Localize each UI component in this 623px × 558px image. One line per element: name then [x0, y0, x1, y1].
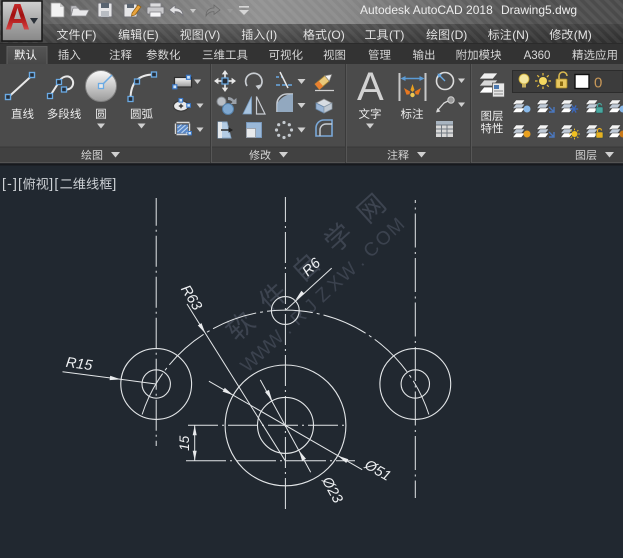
svg-text:]: ]: [112, 175, 116, 191]
svg-text:Autodesk AutoCAD 2018: Autodesk AutoCAD 2018: [360, 3, 493, 17]
svg-text:(T): (T): [389, 28, 404, 42]
svg-text:(O): (O): [327, 28, 344, 42]
svg-text:0: 0: [594, 75, 602, 92]
svg-text:A360: A360: [524, 50, 551, 62]
svg-text:(D): (D): [451, 28, 468, 42]
svg-text:A: A: [357, 65, 384, 109]
svg-text:(E): (E): [143, 28, 159, 42]
svg-text:[-][: [-][: [2, 175, 23, 191]
svg-text:(N): (N): [512, 28, 529, 42]
svg-text:Drawing5.dwg: Drawing5.dwg: [501, 3, 577, 17]
svg-text:][: ][: [49, 175, 59, 191]
svg-text:(I): (I): [266, 28, 277, 42]
svg-text:(V): (V): [204, 28, 220, 42]
svg-text:A: A: [5, 0, 30, 38]
svg-text:(M): (M): [574, 28, 592, 42]
svg-text:15: 15: [177, 435, 192, 451]
svg-text:(F): (F): [81, 28, 96, 42]
